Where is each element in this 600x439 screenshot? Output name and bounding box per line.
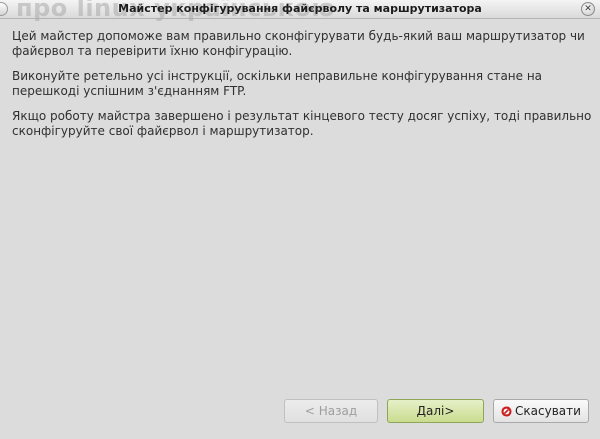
close-icon: ✕ [584,4,592,14]
cancel-icon [501,405,512,417]
intro-paragraph-3: Якщо роботу майстра завершено і результа… [12,109,592,138]
cancel-button[interactable]: Скасувати [493,399,589,423]
cancel-button-label: Скасувати [515,404,581,418]
title-bar: про linux українською Майстер конфігурув… [0,0,600,22]
wizard-intro: Цей майстер допоможе вам правильно сконф… [12,29,592,149]
close-button[interactable]: ✕ [581,2,595,16]
wizard-window: про linux українською Майстер конфігурув… [0,0,600,439]
intro-paragraph-1: Цей майстер допоможе вам правильно сконф… [12,29,585,58]
back-button[interactable]: < Назад [284,399,378,423]
next-button-label: Далі> [416,404,455,418]
button-bar: < Назад Далі> Скасувати [0,399,600,425]
intro-paragraph-2: Виконуйте ретельно усі інструкції, оскіл… [12,69,543,98]
back-button-label: < Назад [304,404,358,418]
window-title: Майстер конфігурування файєрволу та марш… [118,2,482,15]
next-button[interactable]: Далі> [387,399,484,423]
